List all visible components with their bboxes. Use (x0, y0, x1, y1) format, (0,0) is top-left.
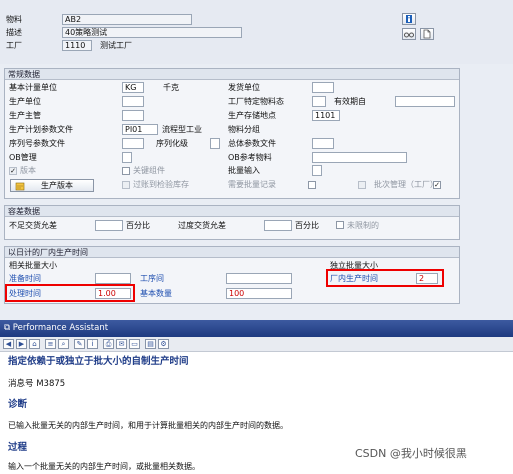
page-icon[interactable]: ▤ (145, 339, 156, 349)
ob-management-label: OB管理 (9, 153, 37, 162)
edit-icon[interactable]: ✎ (74, 339, 85, 349)
post-to-inspection-label: 过账到检验库存 (133, 180, 189, 189)
overall-profile-label: 总体参数文件 (228, 139, 276, 148)
unlimited-label: 未限制的 (347, 221, 379, 230)
prod-supervisor-field[interactable] (122, 110, 144, 121)
material-label: 物料 (6, 15, 22, 24)
version-checkbox[interactable]: ✓ (9, 167, 17, 175)
plant-status-label: 工厂特定物料态 (228, 97, 284, 106)
serial-level-field[interactable] (210, 138, 220, 149)
home-icon[interactable]: ⌂ (29, 339, 40, 349)
folder-icon[interactable]: ▭ (129, 339, 140, 349)
overdelivery-field[interactable] (264, 220, 292, 231)
batch-input-label: 批量输入 (228, 166, 260, 175)
production-version-label: 生产版本 (41, 181, 73, 190)
pa-procedure-title: 过程 (8, 442, 28, 453)
batch-record-label: 需要批量记录 (228, 180, 276, 189)
highlight-inhouse (326, 269, 444, 287)
inhouse-time-title: 以日计的厂内生产时间 (5, 247, 459, 258)
document-icon[interactable] (420, 28, 434, 40)
info-icon[interactable] (402, 13, 416, 25)
prod-profile-label: 生产计划参数文件 (9, 125, 73, 134)
print-icon[interactable]: ⎙ (103, 339, 114, 349)
setup-time-label: 准备时间 (9, 274, 41, 283)
key-component-label: 关键组件 (133, 166, 165, 175)
pa-procedure-text: 输入一个批量无关的内部生产时间，或批量相关数据。 (8, 462, 200, 471)
plant-label: 工厂 (6, 41, 22, 50)
ob-reference-label: OB参考物料 (228, 153, 272, 162)
setup-time-field[interactable] (95, 273, 131, 284)
pa-message-number: 消息号 M3875 (8, 379, 66, 389)
prod-unit-label: 生产单位 (9, 97, 41, 106)
base-quantity-field[interactable]: 100 (226, 288, 292, 299)
production-version-button[interactable]: 生产版本 (10, 179, 94, 192)
plant-description: 测试工厂 (100, 41, 132, 50)
pa-window-icon: ⧉ (4, 323, 13, 333)
key-component-checkbox[interactable] (122, 167, 130, 175)
serial-level-label: 序列化级 (156, 139, 188, 148)
underdelivery-unit: 百分比 (126, 221, 150, 230)
pa-diagnosis-title: 诊断 (8, 399, 28, 410)
overdelivery-unit: 百分比 (295, 221, 319, 230)
batch-record-checkbox[interactable] (308, 181, 316, 189)
forward-icon[interactable]: ▶ (16, 339, 27, 349)
pa-titlebar: ⧉ Performance Assistant (0, 320, 513, 337)
general-data-title: 常规数据 (5, 69, 459, 80)
base-uom-field[interactable]: KG (122, 82, 144, 93)
production-version-icon (15, 182, 25, 191)
batch-toggle-checkbox[interactable] (358, 181, 366, 189)
post-to-inspection-checkbox[interactable] (122, 181, 130, 189)
batch-management-checkbox[interactable]: ✓ (433, 181, 441, 189)
ob-reference-field[interactable] (312, 152, 407, 163)
prod-storage-label: 生产存储地点 (228, 111, 276, 120)
glasses-icon[interactable] (402, 28, 416, 40)
overdelivery-label: 过度交货允差 (178, 221, 226, 230)
tolerance-data-title: 容差数据 (5, 206, 459, 217)
prod-profile-field[interactable]: PI01 (122, 124, 158, 135)
pa-heading: 指定依赖于或独立于批大小的自制生产时间 (8, 356, 189, 367)
valid-from-label: 有效期自 (334, 97, 366, 106)
prod-storage-field[interactable]: 1101 (312, 110, 340, 121)
material-group-label: 物料分组 (228, 125, 260, 134)
issue-unit-field[interactable] (312, 82, 334, 93)
lot-dependent-label: 相关批量大小 (9, 261, 57, 270)
base-quantity-label: 基本数量 (140, 289, 172, 298)
plant-field[interactable]: 1110 (62, 40, 92, 51)
pa-title-text: Performance Assistant (12, 323, 109, 333)
version-label: 版本 (20, 166, 36, 175)
prod-unit-field[interactable] (122, 96, 144, 107)
issue-unit-label: 发货单位 (228, 83, 260, 92)
mail-icon[interactable]: ✉ (116, 339, 127, 349)
watermark: CSDN @我小时候很黑 (355, 447, 467, 460)
interoperation-label: 工序间 (140, 274, 164, 283)
serial-profile-label: 序列号参数文件 (9, 139, 65, 148)
highlight-processing (5, 284, 135, 302)
base-uom-desc: 千克 (163, 83, 179, 92)
batch-input-field[interactable] (312, 165, 322, 176)
back-icon[interactable]: ◀ (3, 339, 14, 349)
prod-supervisor-label: 生产主管 (9, 111, 41, 120)
pa-diagnosis-text: 已输入批量无关的内部生产时间，和用于计算批量相关的内部生产时间的数据。 (8, 421, 288, 430)
underdelivery-label: 不足交货允差 (9, 221, 57, 230)
unlimited-checkbox[interactable] (336, 221, 344, 229)
description-field[interactable]: 40策略测试 (62, 27, 242, 38)
pa-toolbar: ◀ ▶ ⌂ ≡ ⌕ ✎ i ⎙ ✉ ▭ ▤ ⚙ (0, 337, 513, 352)
info-toolbar-icon[interactable]: i (87, 339, 98, 349)
tolerance-data-group: 容差数据 (4, 205, 460, 240)
serial-profile-field[interactable] (122, 138, 144, 149)
valid-from-field[interactable] (395, 96, 455, 107)
settings-icon[interactable]: ⚙ (158, 339, 169, 349)
ob-management-field[interactable] (122, 152, 132, 163)
search-icon[interactable]: ⌕ (58, 339, 69, 349)
interoperation-field[interactable] (226, 273, 292, 284)
plant-status-field[interactable] (312, 96, 326, 107)
prod-profile-desc: 流程型工业 (162, 125, 202, 134)
tree-icon[interactable]: ≡ (45, 339, 56, 349)
material-field[interactable]: AB2 (62, 14, 192, 25)
overall-profile-field[interactable] (312, 138, 334, 149)
batch-management-label: 批次管理（工厂） (374, 180, 438, 189)
underdelivery-field[interactable] (95, 220, 123, 231)
base-uom-label: 基本计量单位 (9, 83, 57, 92)
description-label: 描述 (6, 28, 22, 37)
